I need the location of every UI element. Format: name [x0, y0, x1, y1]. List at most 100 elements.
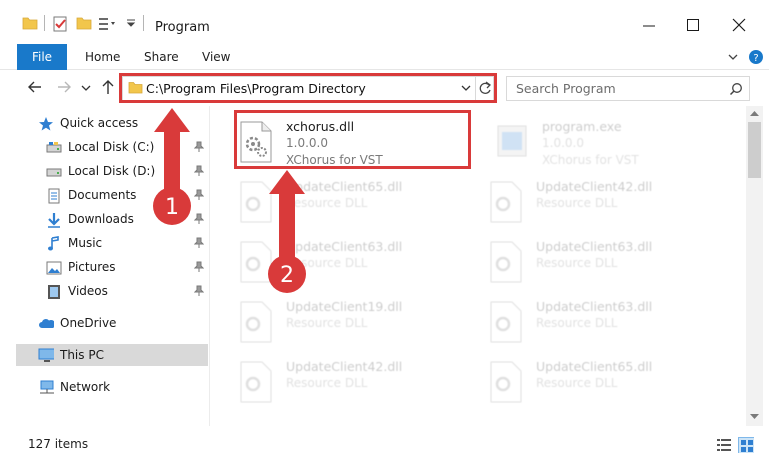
svg-text:?: ? [753, 53, 758, 64]
dll-file-icon [240, 301, 272, 343]
file-tile[interactable]: UpdateClient42.dll Resource DLL [486, 172, 716, 232]
address-bar[interactable]: C:\Program Files\Program Directory [122, 76, 494, 101]
recent-locations-icon[interactable] [80, 78, 98, 96]
dll-file-icon [240, 121, 272, 163]
pin-icon[interactable] [194, 285, 204, 297]
tab-view[interactable]: View [202, 44, 230, 70]
file-version: 1.0.0.0 [286, 136, 328, 150]
sidebar-item-documents[interactable]: Documents [16, 184, 208, 206]
scrollbar-thumb[interactable] [748, 122, 761, 178]
maximize-icon[interactable] [682, 14, 706, 38]
search-box[interactable]: Search Program [506, 76, 750, 101]
file-name: UpdateClient65.dll [286, 179, 403, 194]
pin-icon[interactable] [194, 237, 204, 249]
file-tile-program-exe[interactable]: program.exe 1.0.0.0 XChorus for VST [492, 112, 722, 172]
file-tile[interactable]: UpdateClient65.dll Resource DLL [486, 352, 716, 412]
file-description: XChorus for VST [542, 153, 639, 167]
file-name: UpdateClient63.dll [536, 239, 653, 254]
dll-file-icon [240, 361, 272, 403]
chevron-down-icon[interactable] [460, 82, 472, 94]
sidebar-item-label: Music [68, 236, 103, 250]
expand-ribbon-icon[interactable] [726, 48, 746, 66]
file-tile[interactable]: UpdateClient63.dll Resource DLL [236, 232, 466, 292]
address-path[interactable]: C:\Program Files\Program Directory [146, 81, 366, 96]
pin-icon[interactable] [194, 165, 204, 177]
sidebar-item-quick-access[interactable]: Quick access [16, 112, 208, 134]
file-tile[interactable]: UpdateClient63.dll Resource DLL [486, 232, 716, 292]
customize-toolbar-icon[interactable] [98, 16, 120, 32]
chevron-down-icon[interactable] [126, 18, 136, 28]
window-title: Program [155, 20, 210, 35]
new-folder-icon[interactable] [76, 16, 92, 30]
file-name: xchorus.dll [286, 119, 355, 134]
pin-icon[interactable] [194, 189, 204, 201]
file-tile[interactable]: UpdateClient63.dll Resource DLL [486, 292, 716, 352]
drive-icon [46, 168, 62, 177]
large-icons-view-icon[interactable] [738, 437, 754, 453]
minimize-icon[interactable] [638, 14, 662, 38]
file-type: Resource DLL [536, 376, 618, 390]
file-name: UpdateClient65.dll [536, 359, 653, 374]
file-type: Resource DLL [536, 316, 618, 330]
sidebar-item-pictures[interactable]: Pictures [16, 256, 208, 278]
refresh-icon[interactable] [475, 77, 494, 100]
sidebar-item-this-pc[interactable]: This PC [16, 344, 208, 366]
scroll-up-icon[interactable] [750, 110, 759, 116]
dll-file-icon [490, 181, 522, 223]
sidebar-item-videos[interactable]: Videos [16, 280, 208, 302]
tab-share[interactable]: Share [144, 44, 179, 70]
address-row: C:\Program Files\Program Directory Searc… [0, 70, 769, 106]
pin-icon[interactable] [194, 141, 204, 153]
file-type: Resource DLL [286, 376, 368, 390]
dll-file-icon [490, 241, 522, 283]
sidebar-item-label: Pictures [68, 260, 116, 274]
file-name: program.exe [542, 119, 622, 134]
folder-icon [22, 17, 38, 30]
file-tile[interactable]: UpdateClient42.dll Resource DLL [236, 352, 466, 412]
sidebar-item-local-disk-d[interactable]: Local Disk (D:) [16, 160, 208, 182]
file-tile-xchorus[interactable]: xchorus.dll 1.0.0.0 XChorus for VST [236, 112, 466, 172]
file-tile[interactable]: UpdateClient65.dll Resource DLL [236, 172, 466, 232]
sidebar-item-local-disk-c[interactable]: Local Disk (C:) [16, 136, 208, 158]
scroll-down-icon[interactable] [750, 414, 759, 420]
close-icon[interactable] [728, 14, 752, 38]
file-type: Resource DLL [286, 316, 368, 330]
up-arrow-icon[interactable] [99, 78, 117, 96]
status-bar: 127 items [0, 430, 769, 465]
sidebar-item-network[interactable]: Network [16, 376, 208, 398]
sidebar-item-label: This PC [60, 348, 104, 362]
search-icon[interactable] [729, 82, 743, 96]
search-input[interactable]: Search Program [516, 81, 616, 96]
file-name: UpdateClient42.dll [286, 359, 403, 374]
details-view-icon[interactable] [716, 437, 732, 453]
help-icon[interactable]: ? [748, 48, 766, 66]
sidebar-item-label: OneDrive [60, 316, 117, 330]
tab-home[interactable]: Home [85, 44, 120, 70]
drive-icon [46, 142, 62, 153]
item-count: 127 items [28, 437, 89, 451]
dll-file-icon [240, 241, 272, 283]
sidebar-item-downloads[interactable]: Downloads [16, 208, 208, 230]
title-separator [143, 15, 144, 31]
pin-icon[interactable] [194, 213, 204, 225]
forward-arrow-icon[interactable] [55, 78, 73, 96]
back-arrow-icon[interactable] [26, 78, 44, 96]
file-name: UpdateClient42.dll [536, 179, 653, 194]
network-icon [40, 380, 54, 394]
folder-icon [128, 82, 143, 94]
onedrive-icon [39, 319, 54, 328]
star-icon [39, 117, 53, 131]
sidebar-item-music[interactable]: Music [16, 232, 208, 254]
sidebar-item-onedrive[interactable]: OneDrive [16, 312, 208, 334]
vertical-scrollbar[interactable] [746, 106, 763, 426]
tab-file[interactable]: File [17, 44, 67, 70]
pin-icon[interactable] [194, 261, 204, 273]
download-icon [48, 213, 60, 228]
file-type: Resource DLL [286, 256, 368, 270]
properties-icon[interactable] [52, 16, 68, 32]
this-pc-icon [38, 348, 54, 362]
navigation-pane: Quick access Local Disk (C:) Local Disk … [0, 106, 210, 426]
file-tile[interactable]: UpdateClient19.dll Resource DLL [236, 292, 466, 352]
videos-icon [48, 285, 60, 299]
sidebar-item-label: Documents [68, 188, 137, 202]
